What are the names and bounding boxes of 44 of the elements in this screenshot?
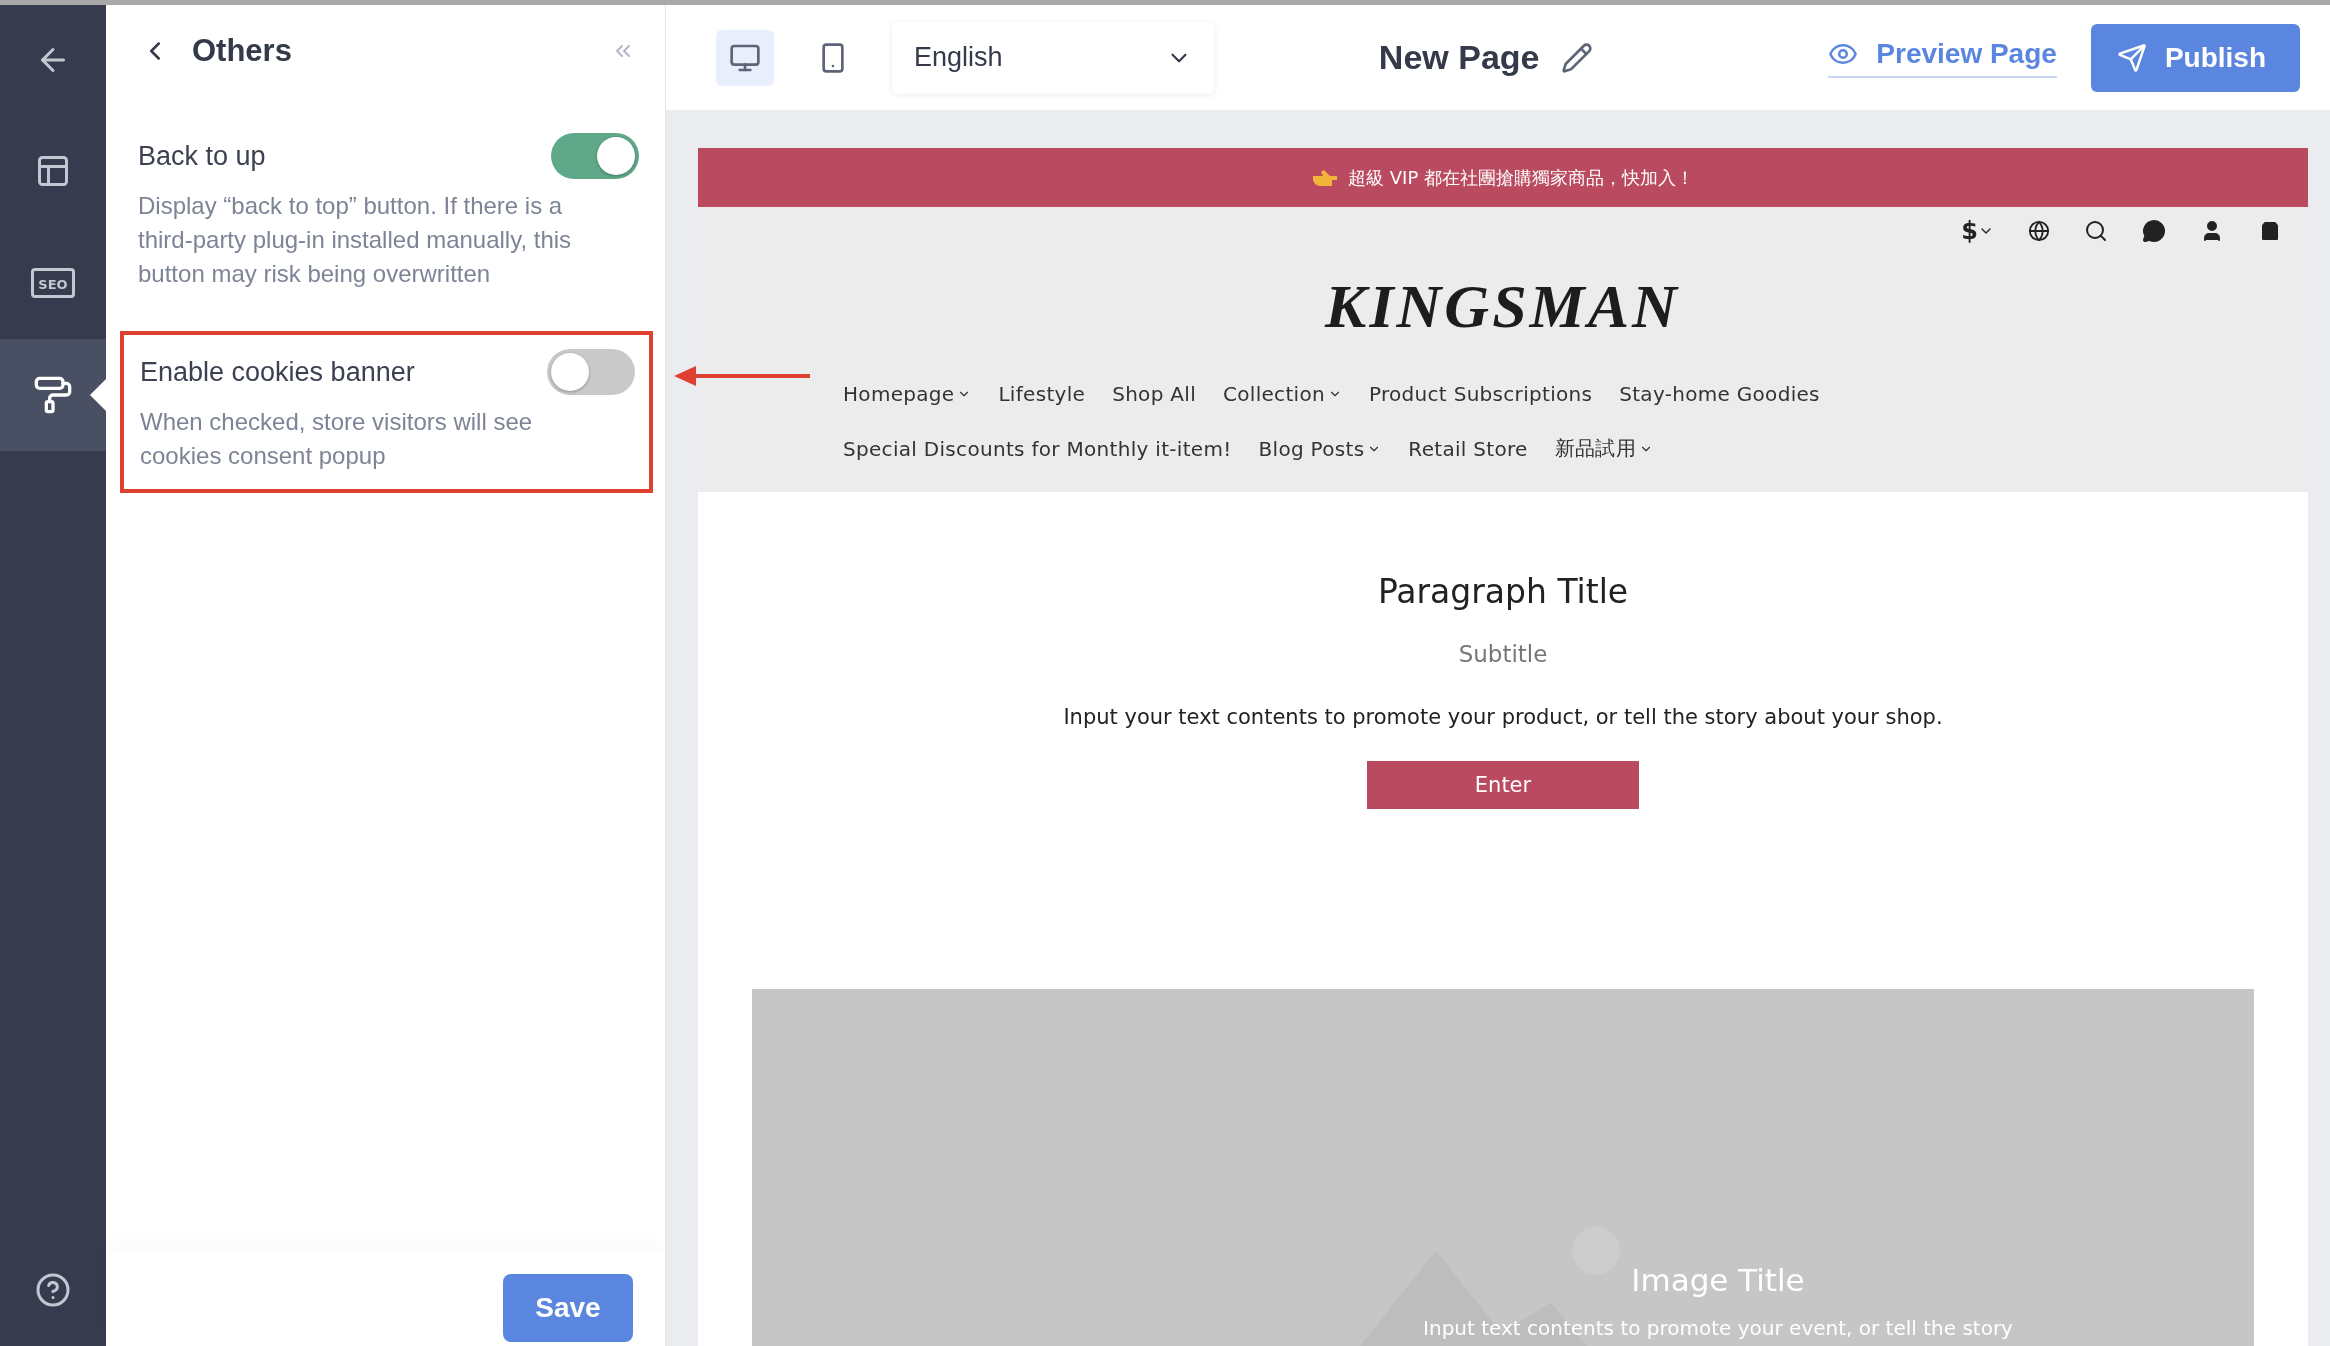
nav-link[interactable]: Homepage <box>843 381 972 406</box>
device-toggle[interactable] <box>716 29 774 86</box>
setting-description: Display “back to top” button. If there is a third-party plug-in installed manually, this button may risk being overwritten <box>138 191 573 289</box>
panel-title: Others <box>192 33 293 69</box>
nav-link[interactable]: Stay-home Goodies <box>1619 381 1820 406</box>
nav-link[interactable]: Collection <box>1223 381 1342 406</box>
language-dropdown[interactable]: English <box>892 21 1214 94</box>
sidebar-item[interactable] <box>0 339 106 451</box>
pointing-hand-icon <box>1312 168 1339 187</box>
paragraph-title: Paragraph Title <box>1377 572 1629 611</box>
preview-page-link[interactable]: Preview Page <box>1828 37 2057 78</box>
nav-link[interactable]: Special Discounts for Monthly it-item! <box>843 436 1232 461</box>
pencil-icon[interactable] <box>1561 41 1594 74</box>
globe-icon[interactable] <box>2028 220 2050 242</box>
toggle-switch[interactable] <box>551 133 639 179</box>
publish-button[interactable]: Publish <box>2090 23 2300 92</box>
setting-label: Enable cookies banner <box>140 356 415 388</box>
paint-roller-icon <box>33 375 73 415</box>
enter-button[interactable]: Enter <box>1367 761 1639 809</box>
nav-link[interactable]: Product Subscriptions <box>1368 381 1593 406</box>
nav-link[interactable]: 新品試用 <box>1554 435 1653 462</box>
sidebar-item[interactable]: SEO <box>0 227 106 339</box>
nav-link[interactable]: Blog Posts <box>1258 436 1382 461</box>
store-logo: KINGSMAN <box>1323 271 1681 342</box>
save-button[interactable]: Save <box>503 1274 633 1342</box>
nav-link[interactable]: Retail Store <box>1408 436 1528 461</box>
toggle-switch[interactable] <box>547 349 635 395</box>
help-icon <box>35 1272 71 1308</box>
setting-description: When checked, store visitors will see cookies consent popup <box>140 407 534 471</box>
paragraph-body: Input your text contents to promote your product, or tell the story about your shop. <box>1063 705 1943 729</box>
image-title: Image Title <box>1631 1262 1805 1298</box>
image-text: Input text contents to promote your event, or tell the story <box>1423 1316 2013 1340</box>
search-icon[interactable] <box>2084 219 2108 243</box>
nav-link[interactable]: Lifestyle <box>998 381 1086 406</box>
currency-selector[interactable]: $ <box>1961 217 1994 245</box>
nav-link[interactable]: Shop All <box>1112 381 1196 406</box>
setting-label: Back to up <box>138 140 266 172</box>
seo-folder-icon: SEO <box>31 268 75 298</box>
layout-icon <box>35 153 71 189</box>
page-title: New Page <box>1378 38 1540 77</box>
paragraph-subtitle: Subtitle <box>1458 641 1548 667</box>
announcement-text: 超級 VIP 都在社團搶購獨家商品，快加入！ <box>1348 165 1694 190</box>
send-icon <box>2116 42 2147 73</box>
chat-icon[interactable] <box>2142 219 2166 243</box>
